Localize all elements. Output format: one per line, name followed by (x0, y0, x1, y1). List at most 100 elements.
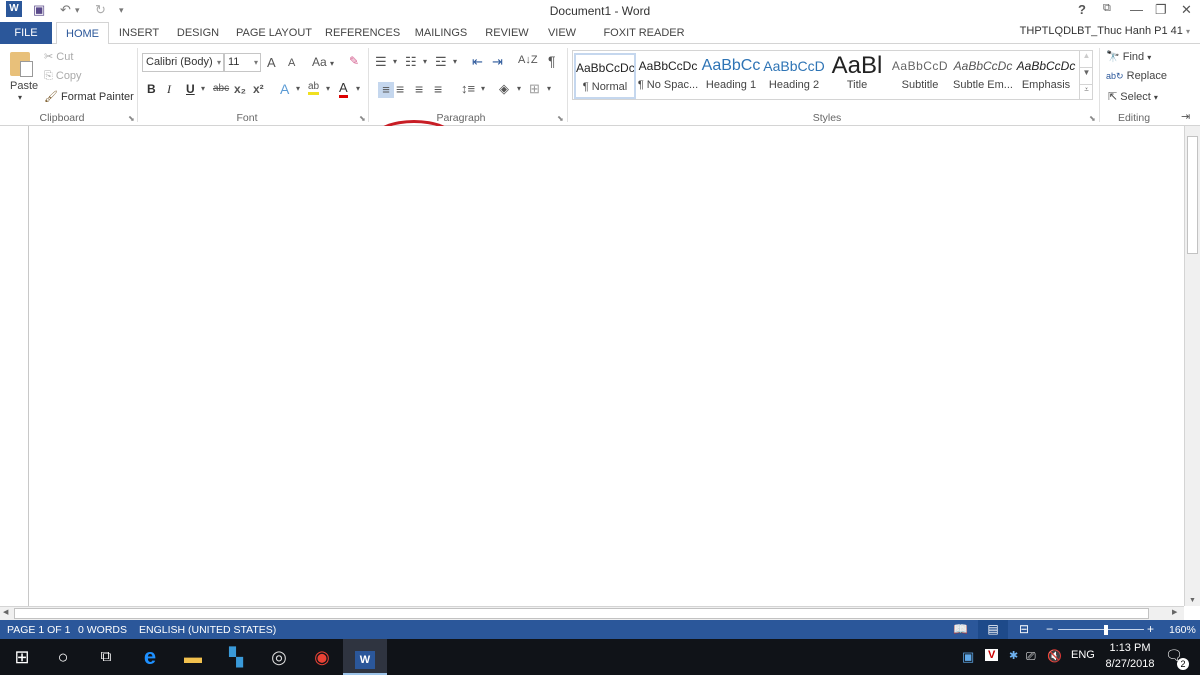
chrome-icon[interactable]: ◉ (300, 639, 344, 675)
increase-indent-icon[interactable]: ⇥ (492, 54, 503, 70)
input-language[interactable]: ENG (1071, 649, 1095, 661)
styles-dialog-launcher-icon[interactable]: ⬊ (1089, 114, 1096, 123)
italic-button[interactable]: I (167, 82, 171, 97)
tab-insert[interactable]: INSERT (113, 22, 165, 44)
gallery-scroll-up-icon[interactable]: ▲ (1079, 51, 1093, 67)
word-count[interactable]: 0 WORDS (78, 624, 127, 636)
task-view-icon[interactable]: ⧉ (84, 639, 128, 675)
multilevel-list-icon[interactable]: ☲ (435, 54, 447, 70)
scroll-down-icon[interactable]: ▼ (1189, 597, 1196, 604)
close-icon[interactable]: ✕ (1181, 2, 1192, 18)
zoom-slider[interactable] (1058, 629, 1144, 630)
chevron-down-icon[interactable]: ▾ (326, 84, 330, 93)
bluetooth-icon[interactable]: ✱ (1009, 649, 1018, 662)
underline-button[interactable]: U (186, 82, 195, 96)
horizontal-scrollbar[interactable]: ◀ ▶ (0, 606, 1184, 620)
justify-icon[interactable]: ≡ (434, 81, 442, 97)
scroll-left-icon[interactable]: ◀ (3, 608, 8, 616)
align-left-icon[interactable]: ≡ (378, 82, 394, 98)
windows-start-icon[interactable]: ⊞ (0, 639, 44, 675)
chevron-down-icon[interactable]: ▾ (393, 57, 397, 66)
show-formatting-marks-icon[interactable]: ¶ (548, 53, 556, 69)
style-subtle-emphasis[interactable]: AaBbCcDc Subtle Em... (952, 53, 1014, 99)
tab-page-layout[interactable]: PAGE LAYOUT (232, 22, 316, 44)
chevron-down-icon[interactable]: ▾ (423, 57, 427, 66)
tray-app-icon[interactable]: ▣ (962, 649, 974, 665)
scroll-right-icon[interactable]: ▶ (1172, 608, 1177, 616)
tab-references[interactable]: REFERENCES (325, 22, 400, 44)
word-taskbar-icon[interactable]: W (343, 639, 387, 675)
align-center-icon[interactable]: ≡ (396, 81, 404, 97)
chevron-down-icon[interactable]: ▾ (517, 84, 521, 93)
gallery-scroll-down-icon[interactable]: ▼ (1079, 67, 1093, 84)
paste-dropdown-icon[interactable]: ▾ (18, 93, 22, 102)
chevron-down-icon[interactable]: ▾ (481, 84, 485, 93)
style-heading-1[interactable]: AaBbCc Heading 1 (700, 53, 762, 99)
zoom-out-button[interactable]: − (1046, 622, 1053, 636)
chevron-down-icon[interactable]: ▾ (296, 84, 300, 93)
chevron-down-icon[interactable]: ▾ (356, 84, 360, 93)
tab-review[interactable]: REVIEW (482, 22, 532, 44)
language-indicator[interactable]: ENGLISH (UNITED STATES) (139, 624, 276, 636)
page-count[interactable]: PAGE 1 OF 1 (7, 624, 70, 636)
zoom-slider-thumb[interactable] (1104, 625, 1108, 635)
document-canvas[interactable] (0, 126, 1184, 606)
clock-date[interactable]: 8/27/2018 (1100, 658, 1160, 670)
tab-view[interactable]: VIEW (542, 22, 582, 44)
strikethrough-button[interactable]: abc (213, 83, 229, 94)
replace-button[interactable]: ab↻ Replace (1106, 70, 1167, 82)
tab-home[interactable]: HOME (56, 22, 109, 45)
tab-mailings[interactable]: MAILINGS (410, 22, 472, 44)
font-color-icon[interactable]: A (339, 80, 348, 98)
format-painter-button[interactable]: 🖌 Format Painter (44, 90, 134, 103)
restore-icon[interactable]: ❐ (1155, 2, 1167, 18)
clipboard-dialog-launcher-icon[interactable]: ⬊ (128, 114, 135, 123)
bullets-icon[interactable]: ☰ (375, 54, 387, 70)
paragraph-dialog-launcher-icon[interactable]: ⬊ (557, 114, 564, 123)
app-clock-icon[interactable]: ◎ (257, 639, 301, 675)
zoom-level[interactable]: 160% (1169, 624, 1196, 636)
style-subtitle[interactable]: AaBbCcD Subtitle (889, 53, 951, 99)
superscript-button[interactable]: x² (253, 82, 264, 96)
style-normal[interactable]: AaBbCcDc ¶ Normal (574, 53, 636, 99)
paste-label[interactable]: Paste (10, 80, 38, 92)
grow-font-icon[interactable]: A (267, 55, 276, 70)
chevron-down-icon[interactable]: ▾ (453, 57, 457, 66)
decrease-indent-icon[interactable]: ⇤ (472, 54, 483, 70)
app-s-icon[interactable]: ▚ (214, 639, 258, 675)
underline-dropdown-icon[interactable]: ▾ (201, 84, 205, 93)
style-no-spacing[interactable]: AaBbCcDc ¶ No Spac... (637, 53, 699, 99)
paste-button[interactable] (8, 49, 36, 79)
text-effects-icon[interactable]: A (280, 81, 289, 97)
gallery-more-icon[interactable]: ⩡ (1079, 84, 1093, 100)
print-layout-icon[interactable]: ▤ (978, 620, 1008, 639)
network-icon[interactable]: ⎚ (1026, 649, 1036, 664)
volume-muted-icon[interactable]: 🔇 (1047, 649, 1062, 663)
minimize-icon[interactable]: — (1130, 2, 1143, 17)
bold-button[interactable]: B (147, 82, 156, 96)
chevron-down-icon[interactable]: ▾ (547, 84, 551, 93)
web-layout-icon[interactable]: ⊟ (1019, 622, 1029, 636)
shading-icon[interactable]: ◈ (499, 81, 509, 97)
tray-v-icon[interactable]: V (985, 649, 999, 661)
zoom-in-button[interactable]: + (1147, 622, 1154, 636)
help-icon[interactable]: ? (1078, 2, 1086, 17)
horizontal-scroll-thumb[interactable] (14, 608, 1149, 619)
shrink-font-icon[interactable]: A (288, 57, 295, 69)
copy-button[interactable]: ⎘ Copy (44, 70, 82, 83)
highlight-icon[interactable]: ab (308, 81, 320, 95)
font-name-combobox[interactable]: Calibri (Body) ▾ (142, 53, 224, 72)
font-dialog-launcher-icon[interactable]: ⬊ (359, 114, 366, 123)
clear-formatting-icon[interactable]: ✎ (349, 54, 359, 68)
style-emphasis[interactable]: AaBbCcDc Emphasis (1015, 53, 1077, 99)
select-button[interactable]: ⇱ Select ▾ (1108, 90, 1158, 103)
line-spacing-icon[interactable]: ↕≡ (461, 81, 475, 96)
vertical-scroll-thumb[interactable] (1187, 136, 1198, 254)
find-button[interactable]: 🔭 Find ▾ (1106, 50, 1151, 63)
tab-design[interactable]: DESIGN (172, 22, 224, 44)
ribbon-display-options-icon[interactable]: ⧉ (1103, 2, 1111, 15)
cortana-search-icon[interactable]: ○ (41, 639, 85, 675)
pin-ribbon-icon[interactable]: ⇥ (1181, 110, 1190, 123)
font-size-combobox[interactable]: 11 ▾ (224, 53, 261, 72)
edge-browser-icon[interactable]: e (128, 639, 172, 675)
